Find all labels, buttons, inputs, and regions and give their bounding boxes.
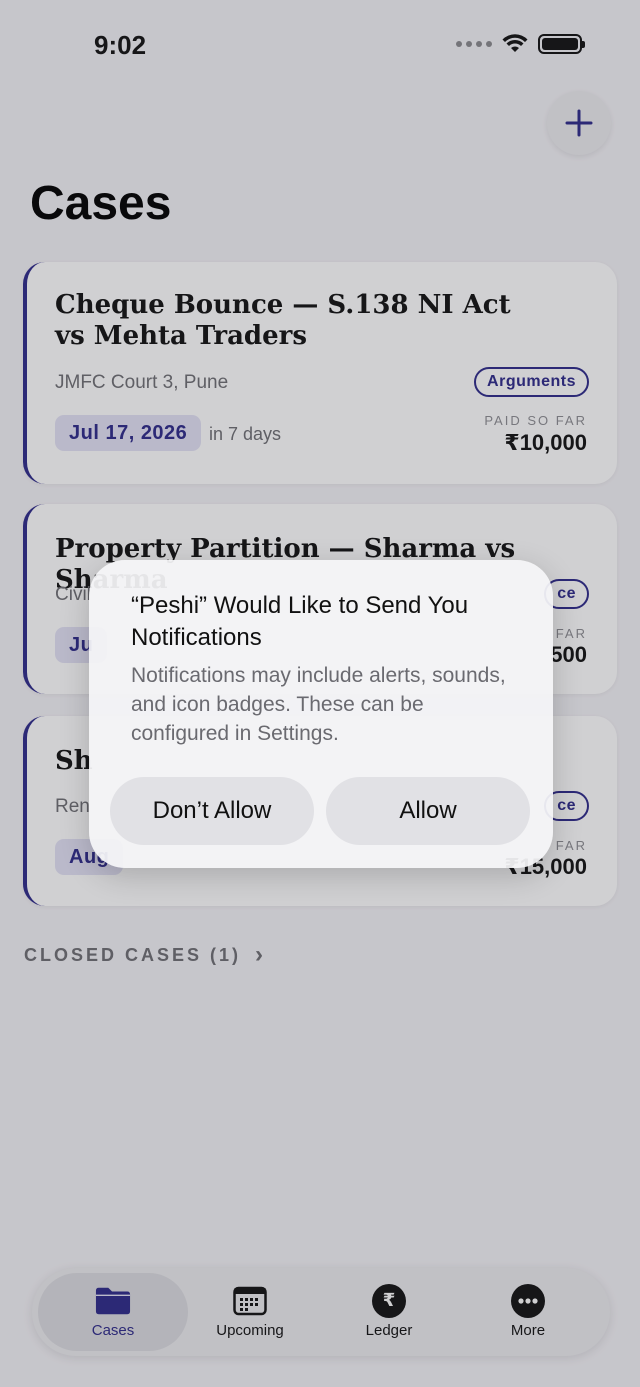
notification-permission-alert: “Peshi” Would Like to Send You Notificat… bbox=[89, 560, 553, 868]
cases-screen: 9:02 Cases Cheque Bounce — S.138 NI Act … bbox=[0, 0, 640, 1387]
dont-allow-button[interactable]: Don’t Allow bbox=[110, 777, 314, 845]
allow-button[interactable]: Allow bbox=[326, 777, 530, 845]
alert-message: Notifications may include alerts, sounds… bbox=[131, 664, 506, 745]
alert-title: “Peshi” Would Like to Send You Notificat… bbox=[131, 592, 469, 651]
